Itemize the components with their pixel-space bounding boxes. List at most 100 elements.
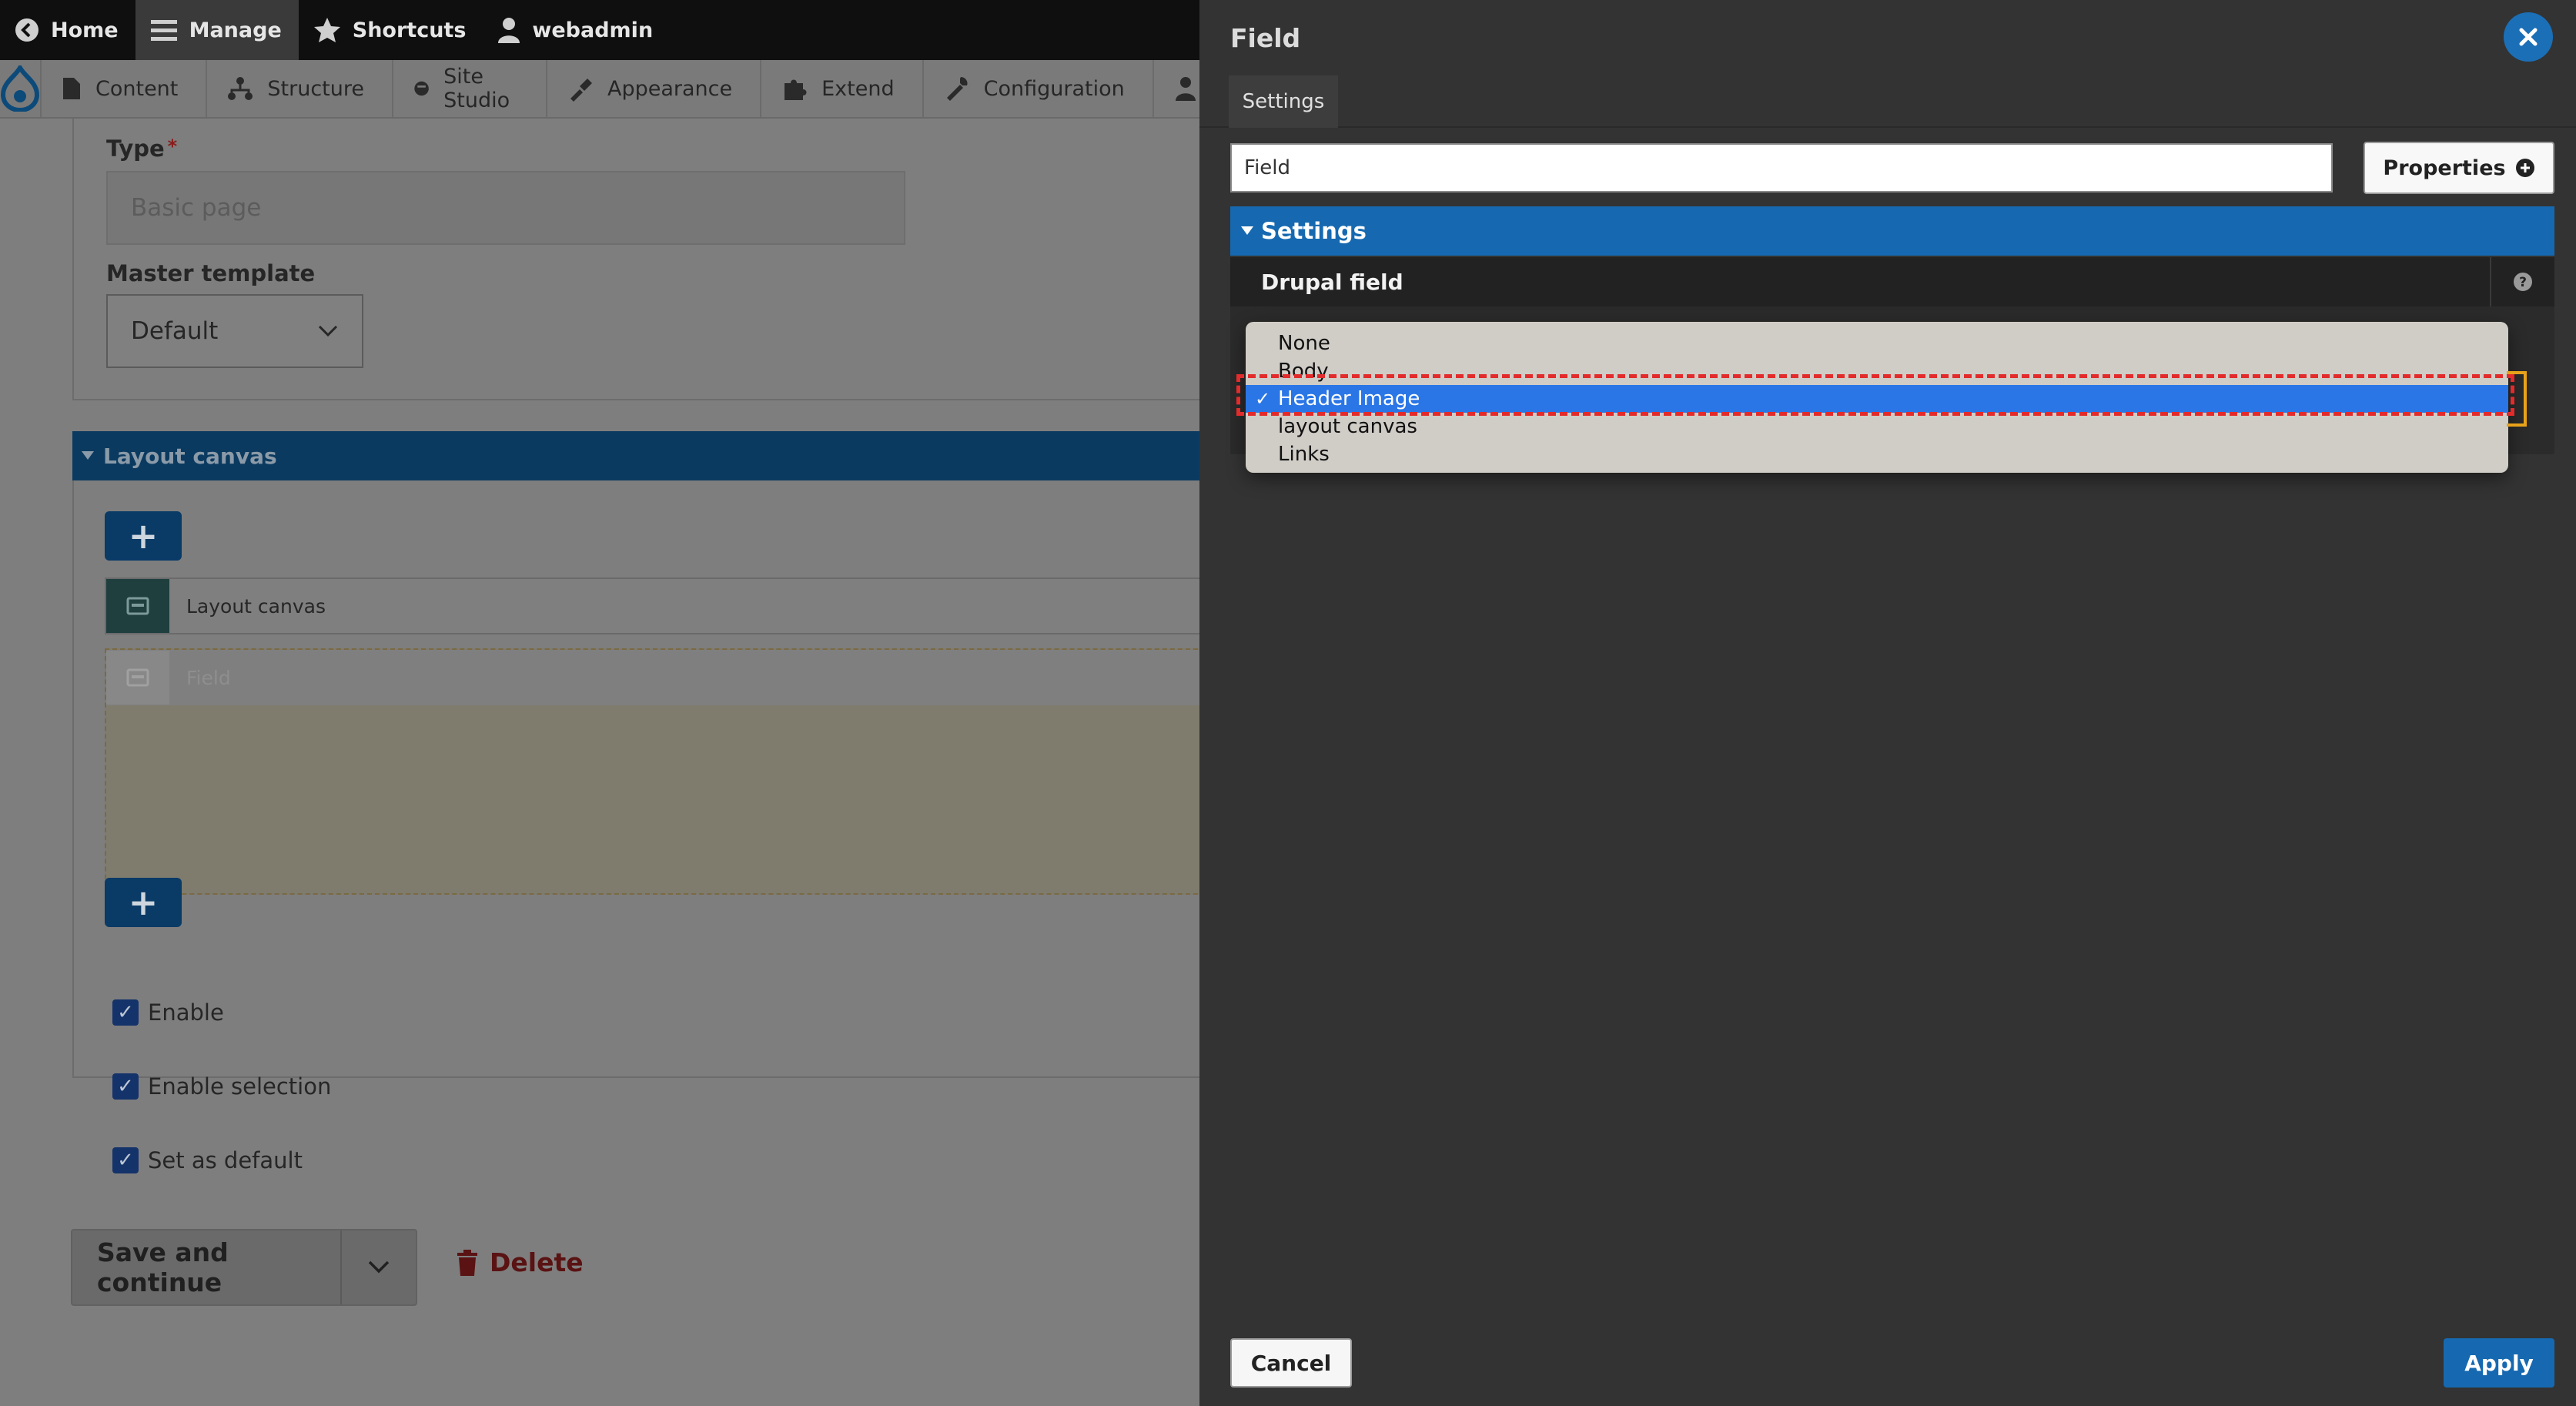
option-label: Body (1278, 360, 1329, 383)
settings-accordion-header[interactable]: Settings (1230, 206, 2554, 256)
wrench-icon (946, 77, 968, 101)
svg-text:?: ? (2519, 275, 2527, 290)
chevron-down-icon (318, 325, 338, 337)
sitemap-icon (228, 77, 253, 100)
toolbar-shortcuts[interactable]: Shortcuts (299, 0, 483, 60)
option-label: Header Image (1278, 387, 1420, 410)
home-chevron-icon (15, 18, 38, 42)
dropdown-option-none[interactable]: None (1246, 330, 2508, 357)
drupal-field-row: Drupal field ? (1230, 257, 2554, 306)
layout-canvas-row-label: Layout canvas (186, 594, 326, 618)
tray-item-appearance-label: Appearance (607, 76, 733, 101)
layout-canvas-header[interactable]: Layout canvas (72, 431, 1212, 480)
properties-label: Properties (2383, 156, 2506, 180)
trash-icon (457, 1249, 477, 1276)
set-as-default-checkbox-row[interactable]: ✓ Set as default (112, 1147, 303, 1173)
toolbar-manage-label: Manage (189, 18, 282, 42)
add-element-button-bottom[interactable]: + (105, 878, 182, 927)
properties-button[interactable]: Properties (2364, 142, 2554, 194)
tray-item-configuration-label: Configuration (983, 76, 1125, 101)
toolbar-shortcuts-label: Shortcuts (352, 18, 467, 42)
user-icon (498, 18, 520, 43)
dropdown-option-layout-canvas[interactable]: layout canvas (1246, 413, 2508, 440)
tray-item-extend-label: Extend (821, 76, 895, 101)
type-input: Basic page (106, 171, 905, 245)
type-label-text: Type (106, 136, 165, 162)
collapse-triangle-icon (82, 451, 94, 460)
tray-item-site-studio-label: Site Studio (443, 65, 510, 112)
question-icon: ? (2514, 273, 2532, 291)
save-and-continue-button[interactable]: Save and continue (72, 1230, 342, 1304)
dropdown-option-links[interactable]: Links (1246, 440, 2508, 468)
panel-title: Field (1230, 23, 1301, 53)
cancel-button[interactable]: Cancel (1230, 1338, 1352, 1388)
people-icon (1175, 77, 1196, 101)
document-icon (63, 78, 80, 99)
site-studio-icon (414, 81, 429, 96)
enable-selection-checkbox-row[interactable]: ✓ Enable selection (112, 1073, 331, 1100)
checkmark-icon: ✓ (1255, 388, 1271, 410)
add-element-button-top[interactable]: + (105, 511, 182, 561)
field-drop-placeholder[interactable]: Field (105, 648, 1213, 895)
enable-label: Enable (148, 999, 224, 1026)
tray-item-site-studio[interactable]: Site Studio (393, 60, 547, 117)
dropdown-option-header-image[interactable]: ✓ Header Image (1246, 385, 2508, 413)
toolbar-manage[interactable]: Manage (135, 0, 299, 60)
paintbrush-icon (570, 79, 592, 102)
drupal-logo[interactable] (0, 60, 42, 117)
option-label: layout canvas (1278, 415, 1417, 438)
element-title-input[interactable]: Field (1230, 143, 2333, 192)
chevron-down-icon (368, 1260, 390, 1274)
master-template-label: Master template (106, 260, 316, 286)
drop-area (106, 705, 1212, 893)
save-and-continue-split-button: Save and continue (71, 1229, 417, 1306)
toolbar-user[interactable]: webadmin (483, 0, 670, 60)
admin-tray: Content Structure Site Studio Appearance… (0, 60, 1199, 119)
type-label: Type * (106, 136, 177, 162)
tab-settings[interactable]: Settings (1229, 75, 1338, 128)
drupal-field-label: Drupal field (1261, 269, 1403, 295)
tray-item-structure-label: Structure (267, 76, 364, 101)
tray-item-content-label: Content (95, 76, 179, 101)
toolbar-home-label: Home (51, 18, 119, 42)
delete-link[interactable]: Delete (456, 1247, 584, 1277)
close-panel-button[interactable] (2504, 12, 2553, 62)
puzzle-icon (785, 79, 807, 100)
collapse-triangle-icon (1241, 226, 1253, 235)
panel-tabs: Settings (1199, 75, 2576, 128)
enable-checkbox[interactable]: ✓ (112, 999, 139, 1026)
close-icon (2519, 28, 2538, 46)
field-settings-panel: Field Settings Field Properties Settings… (1199, 0, 2576, 1406)
option-label: None (1278, 332, 1330, 355)
enable-checkbox-row[interactable]: ✓ Enable (112, 999, 224, 1026)
help-button[interactable]: ? (2490, 257, 2554, 306)
field-element-icon (106, 651, 169, 705)
hamburger-menu-icon (150, 20, 177, 41)
admin-toolbar: Home Manage Shortcuts webadmin (0, 0, 1199, 60)
settings-header-label: Settings (1261, 218, 1367, 244)
set-as-default-label: Set as default (148, 1147, 303, 1173)
save-options-toggle[interactable] (342, 1230, 416, 1304)
tray-item-configuration[interactable]: Configuration (924, 60, 1154, 117)
star-icon (313, 18, 340, 42)
master-template-select[interactable]: Default (106, 294, 363, 368)
main-content: Type * Basic page Master template Default… (0, 119, 1213, 1406)
tray-item-extend[interactable]: Extend (761, 60, 924, 117)
toolbar-home[interactable]: Home (0, 0, 135, 60)
layout-canvas-row[interactable]: Layout canvas (105, 577, 1213, 634)
enable-selection-checkbox[interactable]: ✓ (112, 1073, 139, 1100)
tray-item-structure[interactable]: Structure (207, 60, 393, 117)
plus-circle-icon (2515, 159, 2534, 177)
tray-item-appearance[interactable]: Appearance (547, 60, 762, 117)
delete-label: Delete (490, 1247, 584, 1277)
tray-item-content[interactable]: Content (42, 60, 208, 117)
enable-selection-label: Enable selection (148, 1073, 332, 1100)
drupal-field-dropdown: None Body ✓ Header Image layout canvas Li… (1246, 322, 2508, 473)
form-fieldset: Type * Basic page Master template Default (72, 119, 1212, 400)
layout-canvas-header-label: Layout canvas (103, 443, 277, 469)
option-label: Links (1278, 443, 1330, 466)
apply-button[interactable]: Apply (2444, 1338, 2554, 1388)
drupal-drop-icon (0, 65, 40, 112)
dropdown-option-body[interactable]: Body (1246, 357, 2508, 385)
set-as-default-checkbox[interactable]: ✓ (112, 1147, 139, 1173)
